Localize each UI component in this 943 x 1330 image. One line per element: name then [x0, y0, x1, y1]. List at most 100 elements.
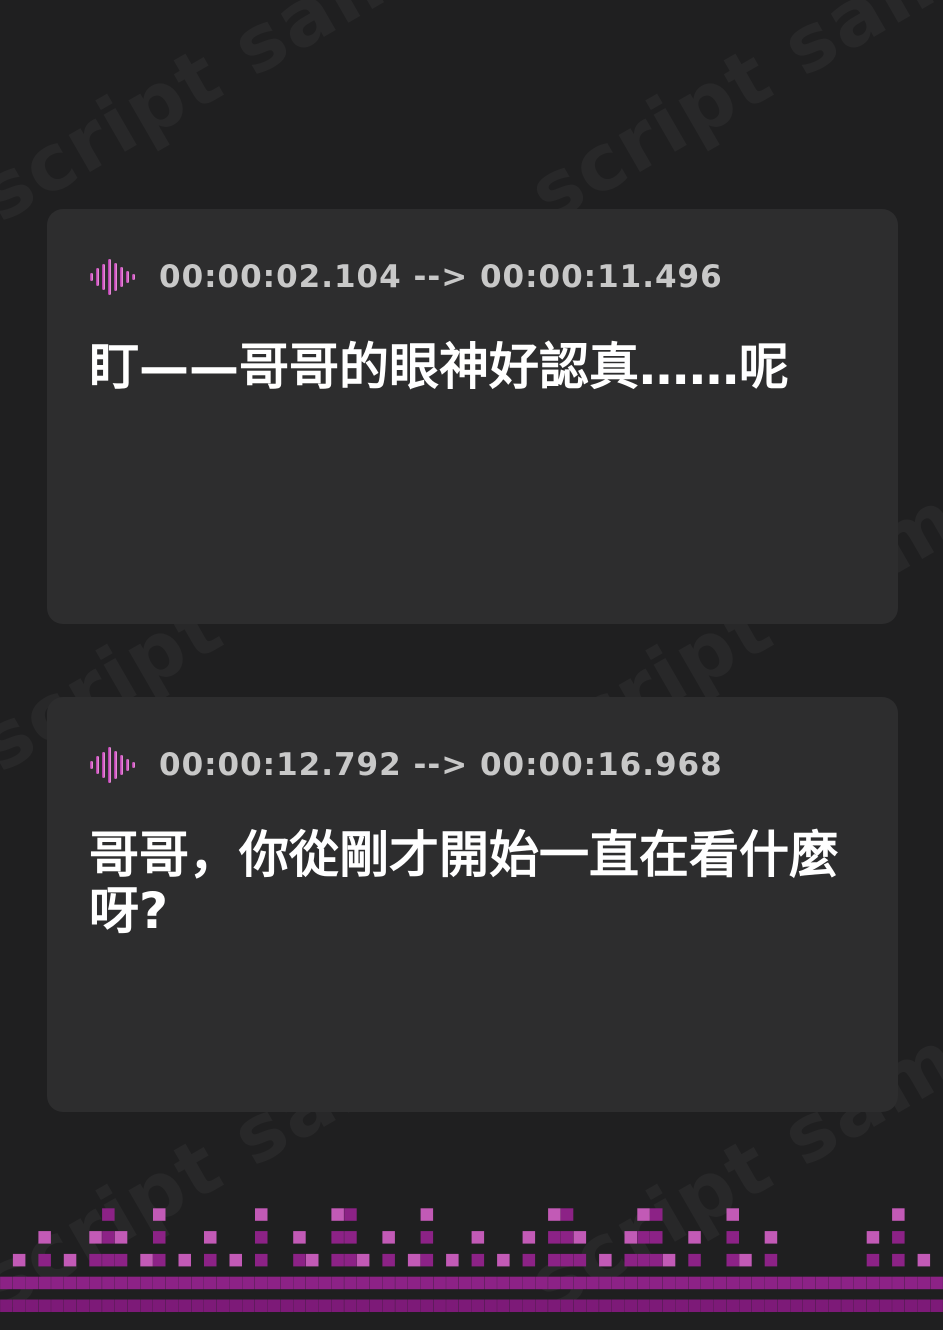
- equalizer-cell: [178, 1276, 191, 1290]
- equalizer-cell: [331, 1231, 344, 1244]
- equalizer-cell: [306, 1299, 319, 1312]
- equalizer-cell: [688, 1253, 701, 1267]
- equalizer-cell: [650, 1276, 663, 1290]
- equalizer-cell: [586, 1299, 599, 1312]
- cue-header: 00:00:02.104 --> 00:00:11.496: [89, 259, 723, 295]
- equalizer-cell: [38, 1299, 51, 1312]
- equalizer-cell: [739, 1253, 752, 1267]
- equalizer-cell: [89, 1299, 102, 1312]
- equalizer-cell: [522, 1231, 536, 1244]
- equalizer-cell: [255, 1231, 268, 1244]
- equalizer-cell: [777, 1299, 790, 1312]
- equalizer-cell: [293, 1299, 306, 1312]
- subtitle-cue-card[interactable]: 00:00:12.792 --> 00:00:16.968 哥哥，你從剛才開始一…: [47, 697, 898, 1112]
- equalizer-cell: [12, 1253, 26, 1267]
- equalizer-cell: [229, 1276, 242, 1290]
- equalizer-cell: [828, 1299, 841, 1312]
- equalizer-cell: [255, 1276, 268, 1290]
- equalizer-cell: [140, 1253, 153, 1267]
- equalizer-cell: [764, 1253, 778, 1267]
- equalizer-cell: [866, 1276, 880, 1290]
- equalizer-cell: [509, 1299, 523, 1312]
- equalizer-cell: [331, 1253, 344, 1267]
- equalizer-cell: [611, 1299, 625, 1312]
- equalizer-cell: [879, 1276, 892, 1290]
- equalizer-cell: [344, 1208, 357, 1221]
- equalizer-cell: [395, 1276, 408, 1290]
- equalizer-cell: [318, 1299, 332, 1312]
- equalizer-cell: [675, 1299, 688, 1312]
- equalizer-cell: [790, 1276, 803, 1290]
- equalizer-cell: [802, 1299, 816, 1312]
- equalizer-cell: [51, 1276, 64, 1290]
- equalizer-cell: [140, 1299, 153, 1312]
- equalizer-cell: [229, 1253, 242, 1267]
- equalizer-cell: [267, 1276, 281, 1290]
- equalizer-cell: [344, 1253, 357, 1267]
- equalizer-cell: [153, 1208, 166, 1221]
- equalizer-cell: [662, 1276, 676, 1290]
- equalizer-cell: [153, 1253, 166, 1267]
- equalizer-cell: [624, 1276, 637, 1290]
- subtitle-cue-card[interactable]: 00:00:02.104 --> 00:00:11.496 盯——哥哥的眼神好認…: [47, 209, 898, 624]
- equalizer-cell: [318, 1276, 332, 1290]
- watermark-layer: script sample script sample script sampl…: [0, 0, 943, 1330]
- equalizer-cell: [25, 1276, 39, 1290]
- equalizer-cell: [191, 1299, 204, 1312]
- equalizer-cell: [446, 1299, 459, 1312]
- equalizer-cell: [407, 1253, 421, 1267]
- equalizer-cell: [306, 1253, 319, 1267]
- equalizer-cell: [293, 1253, 306, 1267]
- equalizer-cell: [38, 1276, 51, 1290]
- equalizer-cell: [879, 1299, 892, 1312]
- equalizer-cell: [917, 1299, 931, 1312]
- equalizer-cell: [293, 1231, 306, 1244]
- equalizer-cell: [777, 1276, 790, 1290]
- equalizer-cell: [892, 1276, 905, 1290]
- equalizer-cell: [701, 1299, 714, 1312]
- equalizer-cell: [331, 1208, 344, 1221]
- equalizer-cell: [114, 1231, 128, 1244]
- equalizer-cell: [344, 1231, 357, 1244]
- equalizer-cell: [420, 1299, 434, 1312]
- equalizer-cell: [433, 1299, 446, 1312]
- equalizer-cell: [560, 1276, 574, 1290]
- equalizer-cell: [675, 1276, 688, 1290]
- equalizer-cell: [586, 1276, 599, 1290]
- equalizer-cell: [242, 1299, 255, 1312]
- equalizer-cell: [497, 1253, 510, 1267]
- equalizer-cell: [331, 1276, 344, 1290]
- equalizer-cell: [917, 1253, 931, 1267]
- equalizer-cell: [0, 1276, 13, 1290]
- equalizer-cell: [484, 1276, 497, 1290]
- equalizer-cell: [853, 1299, 867, 1312]
- equalizer-cell: [153, 1276, 166, 1290]
- equalizer-cell: [153, 1231, 166, 1244]
- equalizer-cell: [650, 1299, 663, 1312]
- equalizer-cell: [178, 1253, 191, 1267]
- equalizer-cell: [89, 1276, 102, 1290]
- equalizer-cell: [12, 1299, 26, 1312]
- equalizer-cell: [497, 1276, 510, 1290]
- equalizer-cell: [611, 1276, 625, 1290]
- equalizer-cell: [165, 1276, 179, 1290]
- equalizer-cell: [420, 1231, 434, 1244]
- equalizer-cell: [255, 1299, 268, 1312]
- equalizer-cell: [892, 1253, 905, 1267]
- equalizer-cell: [841, 1299, 854, 1312]
- equalizer-cell: [446, 1276, 459, 1290]
- equalizer-cell: [102, 1253, 115, 1267]
- equalizer-cell: [471, 1276, 485, 1290]
- watermark-text: script sample: [515, 0, 943, 240]
- equalizer-cell: [204, 1276, 217, 1290]
- equalizer-cell: [267, 1299, 281, 1312]
- equalizer-cell: [688, 1276, 701, 1290]
- equalizer-cell: [624, 1299, 637, 1312]
- cue-timestamp: 00:00:02.104 --> 00:00:11.496: [159, 259, 723, 295]
- equalizer-cell: [255, 1253, 268, 1267]
- equalizer-cell: [752, 1276, 765, 1290]
- equalizer-cell: [522, 1276, 536, 1290]
- equalizer-cell: [63, 1299, 77, 1312]
- equalizer-cell: [12, 1276, 26, 1290]
- equalizer-cell: [280, 1299, 293, 1312]
